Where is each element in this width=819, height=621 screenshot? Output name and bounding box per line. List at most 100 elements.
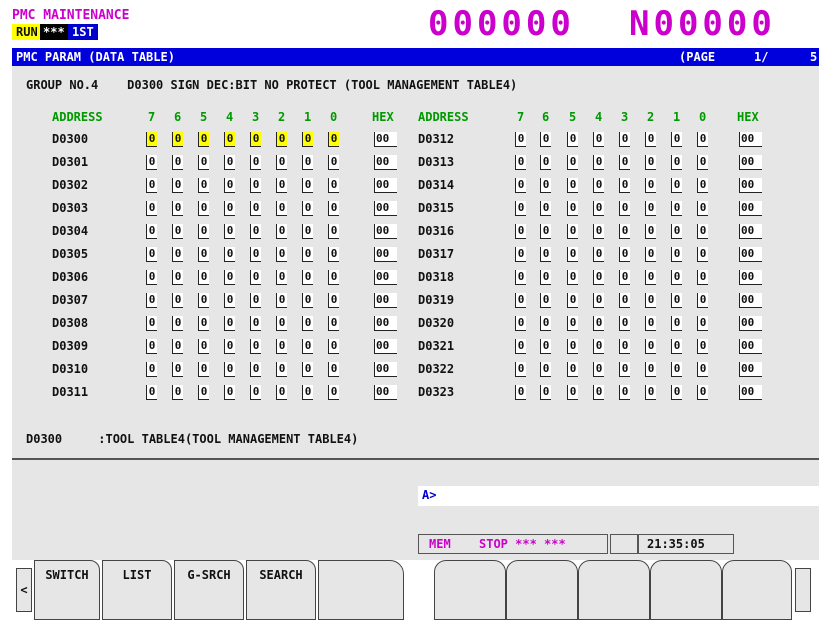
hex-cell[interactable]: 00	[739, 293, 762, 308]
bit-cell[interactable]: 0	[645, 178, 656, 193]
bit-cell[interactable]: 0	[540, 270, 551, 285]
bit-cell[interactable]: 0	[198, 293, 209, 308]
bit-cell[interactable]: 0	[172, 155, 183, 170]
bit-cell[interactable]: 0	[172, 293, 183, 308]
bit-cell[interactable]: 0	[224, 224, 235, 239]
bit-cell[interactable]: 0	[250, 155, 261, 170]
bit-cell[interactable]: 0	[146, 247, 157, 262]
bit-cell[interactable]: 0	[567, 201, 578, 216]
bit-cell[interactable]: 0	[146, 155, 157, 170]
bit-cell[interactable]: 0	[276, 224, 287, 239]
bit-cell[interactable]: 0	[540, 247, 551, 262]
bit-cell[interactable]: 0	[697, 316, 708, 331]
bit-cell[interactable]: 0	[250, 132, 261, 147]
bit-cell[interactable]: 0	[593, 201, 604, 216]
bit-cell[interactable]: 0	[540, 178, 551, 193]
bit-cell[interactable]: 0	[567, 339, 578, 354]
bit-cell[interactable]: 0	[328, 270, 339, 285]
bit-cell[interactable]: 0	[645, 316, 656, 331]
next-menu-softkey[interactable]	[795, 568, 811, 612]
bit-cell[interactable]: 0	[146, 316, 157, 331]
bit-cell[interactable]: 0	[250, 293, 261, 308]
bit-cell[interactable]: 0	[224, 155, 235, 170]
bit-cell[interactable]: 0	[540, 201, 551, 216]
hex-cell[interactable]: 00	[374, 201, 397, 216]
bit-cell[interactable]: 0	[697, 270, 708, 285]
bit-cell[interactable]: 0	[276, 247, 287, 262]
bit-cell[interactable]: 0	[619, 316, 630, 331]
bit-cell[interactable]: 0	[198, 178, 209, 193]
hex-cell[interactable]: 00	[374, 316, 397, 331]
bit-cell[interactable]: 0	[224, 339, 235, 354]
key-input-buffer[interactable]: A>	[418, 486, 819, 506]
bit-cell[interactable]: 0	[250, 316, 261, 331]
bit-cell[interactable]: 0	[593, 339, 604, 354]
bit-cell[interactable]: 0	[302, 362, 313, 377]
bit-cell[interactable]: 0	[671, 385, 682, 400]
bit-cell[interactable]: 0	[198, 316, 209, 331]
bit-cell[interactable]: 0	[224, 362, 235, 377]
bit-cell[interactable]: 0	[645, 339, 656, 354]
hex-cell[interactable]: 00	[374, 224, 397, 239]
bit-cell[interactable]: 0	[328, 155, 339, 170]
bit-cell[interactable]: 0	[593, 385, 604, 400]
bit-cell[interactable]: 0	[645, 201, 656, 216]
bit-cell[interactable]: 0	[276, 132, 287, 147]
bit-cell[interactable]: 0	[567, 178, 578, 193]
bit-cell[interactable]: 0	[328, 362, 339, 377]
bit-cell[interactable]: 0	[146, 132, 157, 147]
bit-cell[interactable]: 0	[302, 293, 313, 308]
hex-cell[interactable]: 00	[374, 178, 397, 193]
bit-cell[interactable]: 0	[515, 270, 526, 285]
bit-cell[interactable]: 0	[276, 385, 287, 400]
bit-cell[interactable]: 0	[146, 178, 157, 193]
bit-cell[interactable]: 0	[671, 316, 682, 331]
bit-cell[interactable]: 0	[198, 339, 209, 354]
bit-cell[interactable]: 0	[172, 224, 183, 239]
bit-cell[interactable]: 0	[515, 316, 526, 331]
bit-cell[interactable]: 0	[250, 270, 261, 285]
bit-cell[interactable]: 0	[172, 178, 183, 193]
bit-cell[interactable]: 0	[250, 339, 261, 354]
bit-cell[interactable]: 0	[619, 362, 630, 377]
bit-cell[interactable]: 0	[224, 270, 235, 285]
bit-cell[interactable]: 0	[645, 155, 656, 170]
bit-cell[interactable]: 0	[697, 385, 708, 400]
g-srch-softkey[interactable]: G-SRCH	[174, 560, 244, 620]
bit-cell[interactable]: 0	[515, 224, 526, 239]
bit-cell[interactable]: 0	[302, 316, 313, 331]
bit-cell[interactable]: 0	[619, 385, 630, 400]
bit-cell[interactable]: 0	[671, 339, 682, 354]
bit-cell[interactable]: 0	[146, 270, 157, 285]
bit-cell[interactable]: 0	[172, 132, 183, 147]
bit-cell[interactable]: 0	[671, 155, 682, 170]
bit-cell[interactable]: 0	[198, 362, 209, 377]
bit-cell[interactable]: 0	[540, 293, 551, 308]
bit-cell[interactable]: 0	[515, 201, 526, 216]
hex-cell[interactable]: 00	[739, 270, 762, 285]
hex-cell[interactable]: 00	[739, 385, 762, 400]
bit-cell[interactable]: 0	[276, 316, 287, 331]
bit-cell[interactable]: 0	[619, 178, 630, 193]
bit-cell[interactable]: 0	[515, 247, 526, 262]
bit-cell[interactable]: 0	[224, 132, 235, 147]
bit-cell[interactable]: 0	[250, 201, 261, 216]
bit-cell[interactable]: 0	[302, 178, 313, 193]
bit-cell[interactable]: 0	[697, 155, 708, 170]
hex-cell[interactable]: 00	[739, 178, 762, 193]
bit-cell[interactable]: 0	[567, 155, 578, 170]
bit-cell[interactable]: 0	[567, 362, 578, 377]
bit-cell[interactable]: 0	[593, 316, 604, 331]
bit-cell[interactable]: 0	[224, 247, 235, 262]
bit-cell[interactable]: 0	[567, 270, 578, 285]
hex-cell[interactable]: 00	[374, 362, 397, 377]
bit-cell[interactable]: 0	[302, 270, 313, 285]
bit-cell[interactable]: 0	[593, 132, 604, 147]
bit-cell[interactable]: 0	[671, 201, 682, 216]
bit-cell[interactable]: 0	[515, 385, 526, 400]
bit-cell[interactable]: 0	[515, 362, 526, 377]
bit-cell[interactable]: 0	[645, 132, 656, 147]
bit-cell[interactable]: 0	[276, 293, 287, 308]
bit-cell[interactable]: 0	[567, 385, 578, 400]
bit-cell[interactable]: 0	[250, 247, 261, 262]
